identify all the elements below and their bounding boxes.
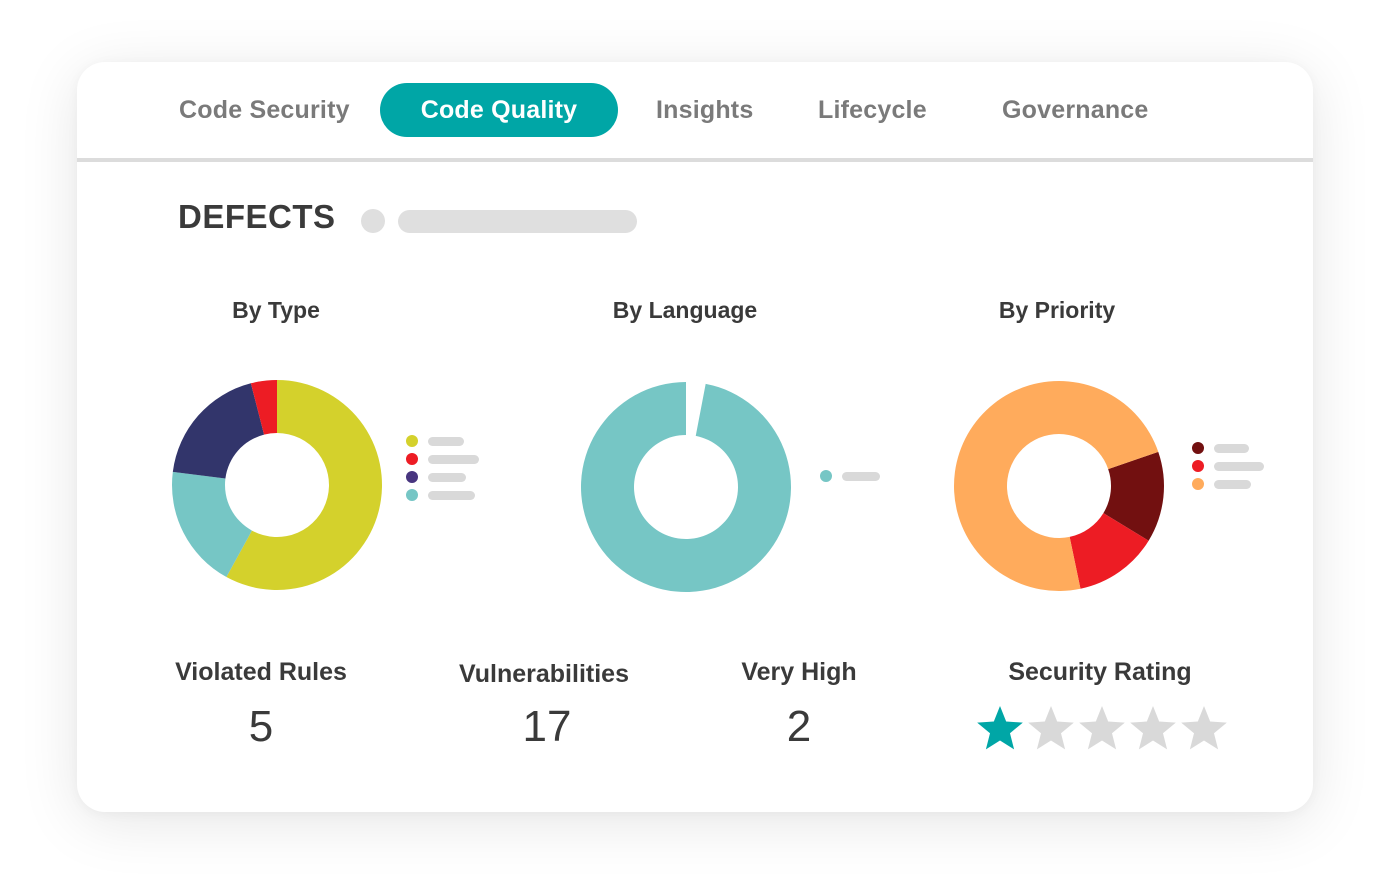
security-rating-label: Security Rating [1008,658,1192,686]
legend-label-placeholder [428,436,464,446]
legend-item-priority-very-high [1192,439,1264,457]
legend-item-type-4 [406,450,479,468]
legend-label-placeholder [1214,461,1264,471]
star-filled-icon [977,706,1023,750]
donut-chart-by-language [581,382,791,592]
stat-value-vulnerabilities: 17 [522,702,572,751]
legend-label-placeholder [842,471,880,481]
star-empty-icon [1079,706,1125,750]
star-empty-icon [1181,706,1227,750]
legend-item-language-1 [820,467,880,485]
legend-label-placeholder [428,454,479,464]
tab-code-security[interactable]: Code Security [179,83,350,137]
stat-label-violated-rules: Violated Rules [175,658,347,686]
legend-by-priority [1192,439,1264,493]
donut-chart-by-type [172,380,382,590]
legend-item-priority-high [1192,457,1264,475]
donut-slice-language-1 [581,382,791,592]
chart-title-by-language: By Language [612,297,758,323]
section-title: DEFECTS [178,198,336,235]
legend-item-type-3 [406,468,479,486]
legend-swatch [406,435,418,447]
legend-swatch [406,453,418,465]
legend-swatch [1192,460,1204,472]
tab-governance[interactable]: Governance [1002,83,1149,137]
legend-label-placeholder [428,472,466,482]
star-empty-icon [1130,706,1176,750]
tab-insights[interactable]: Insights [656,83,753,137]
legend-swatch [1192,442,1204,454]
stat-value-violated-rules: 5 [248,702,274,751]
security-rating-stars [975,705,1230,753]
chart-title-by-type: By Type [232,297,320,323]
tab-bar: Code Security Code Quality Insights Life… [77,62,1313,162]
legend-label-placeholder [1214,479,1251,489]
placeholder-dot [361,209,385,233]
placeholder-bar [398,210,637,233]
stat-label-very-high: Very High [741,658,857,686]
chart-title-by-priority: By Priority [998,297,1116,323]
legend-label-placeholder [428,490,475,500]
legend-item-type-2 [406,486,479,504]
donut-slice-type-3 [172,383,265,479]
legend-swatch [406,471,418,483]
legend-swatch [406,489,418,501]
star-empty-icon [1028,706,1074,750]
donut-chart-by-priority [954,381,1164,591]
tab-lifecycle[interactable]: Lifecycle [818,83,927,137]
legend-by-language [820,467,880,485]
stat-label-vulnerabilities: Vulnerabilities [459,660,629,688]
legend-item-type-1 [406,432,479,450]
legend-item-priority-medium [1192,475,1264,493]
tab-code-quality[interactable]: Code Quality [380,83,618,137]
stat-value-very-high: 2 [786,702,812,751]
legend-swatch [1192,478,1204,490]
legend-by-type [406,432,479,504]
defects-card: Code Security Code Quality Insights Life… [77,62,1313,812]
legend-swatch [820,470,832,482]
legend-label-placeholder [1214,443,1249,453]
